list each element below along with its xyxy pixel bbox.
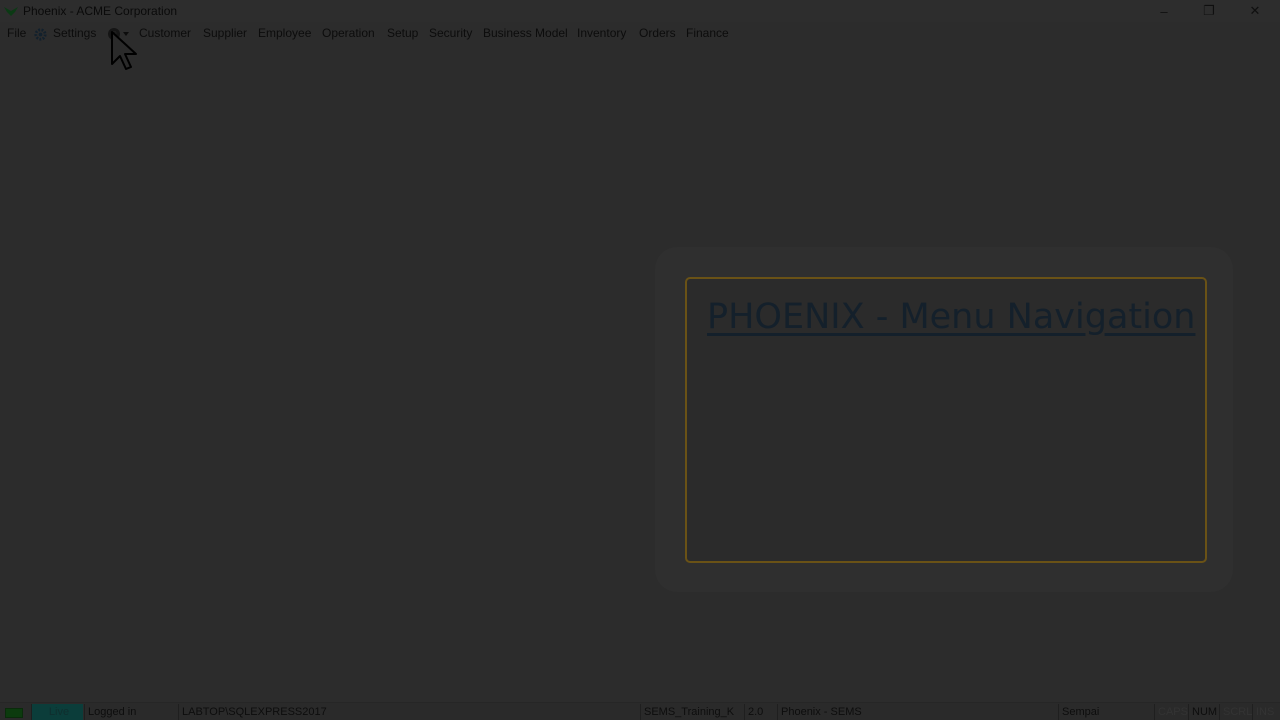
menu-customer[interactable]: Customer bbox=[139, 26, 191, 40]
restore-button[interactable]: ❐ bbox=[1186, 0, 1232, 22]
menu-operation[interactable]: Operation bbox=[322, 26, 375, 40]
status-bar: Live Logged in LABTOP\SQLEXPRESS2017 SEM… bbox=[0, 702, 1280, 720]
user-name: Sempai bbox=[1058, 704, 1154, 720]
window-title: Phoenix - ACME Corporation bbox=[23, 4, 178, 18]
scroll-lock-indicator: SCRL bbox=[1219, 704, 1253, 720]
login-status: Logged in bbox=[84, 704, 178, 720]
menu-setup[interactable]: Setup bbox=[387, 26, 418, 40]
app-name: Phoenix - SEMS bbox=[777, 704, 1059, 720]
minimize-icon: – bbox=[1160, 3, 1168, 19]
menu-inventory[interactable]: Inventory bbox=[577, 26, 626, 40]
overlay-title: PHOENIX - Menu Navigation bbox=[707, 297, 1196, 337]
menu-employee[interactable]: Employee bbox=[258, 26, 311, 40]
num-lock-indicator: NUM bbox=[1188, 704, 1220, 720]
close-icon: ✕ bbox=[1249, 3, 1261, 18]
menu-supplier[interactable]: Supplier bbox=[203, 26, 247, 40]
connection-status-icon bbox=[5, 708, 23, 718]
menu-orders[interactable]: Orders bbox=[639, 26, 676, 40]
menu-navigation-card: PHOENIX - Menu Navigation bbox=[685, 277, 1207, 563]
restore-icon: ❐ bbox=[1203, 3, 1215, 18]
menu-business-model[interactable]: Business Model bbox=[483, 26, 568, 40]
app-version: 2.0 bbox=[744, 704, 778, 720]
gear-icon bbox=[34, 28, 47, 41]
title-bar: Phoenix - ACME Corporation – ❐ ✕ bbox=[0, 0, 1280, 22]
phoenix-app-icon bbox=[4, 7, 18, 16]
insert-indicator: INS bbox=[1252, 704, 1280, 720]
mouse-cursor-icon bbox=[111, 31, 137, 70]
server-name: LABTOP\SQLEXPRESS2017 bbox=[178, 704, 642, 720]
menu-file[interactable]: File bbox=[7, 26, 26, 40]
menu-bar: File Settings ? Customer Supplier Employ… bbox=[0, 24, 1280, 44]
close-button[interactable]: ✕ bbox=[1232, 0, 1278, 22]
database-name: SEMS_Training_K bbox=[640, 704, 744, 720]
minimize-button[interactable]: – bbox=[1141, 0, 1187, 22]
menu-settings[interactable]: Settings bbox=[53, 26, 96, 40]
live-status-badge: Live bbox=[31, 704, 83, 720]
menu-security[interactable]: Security bbox=[429, 26, 472, 40]
menu-finance[interactable]: Finance bbox=[686, 26, 729, 40]
caps-lock-indicator: CAPS bbox=[1154, 704, 1188, 720]
